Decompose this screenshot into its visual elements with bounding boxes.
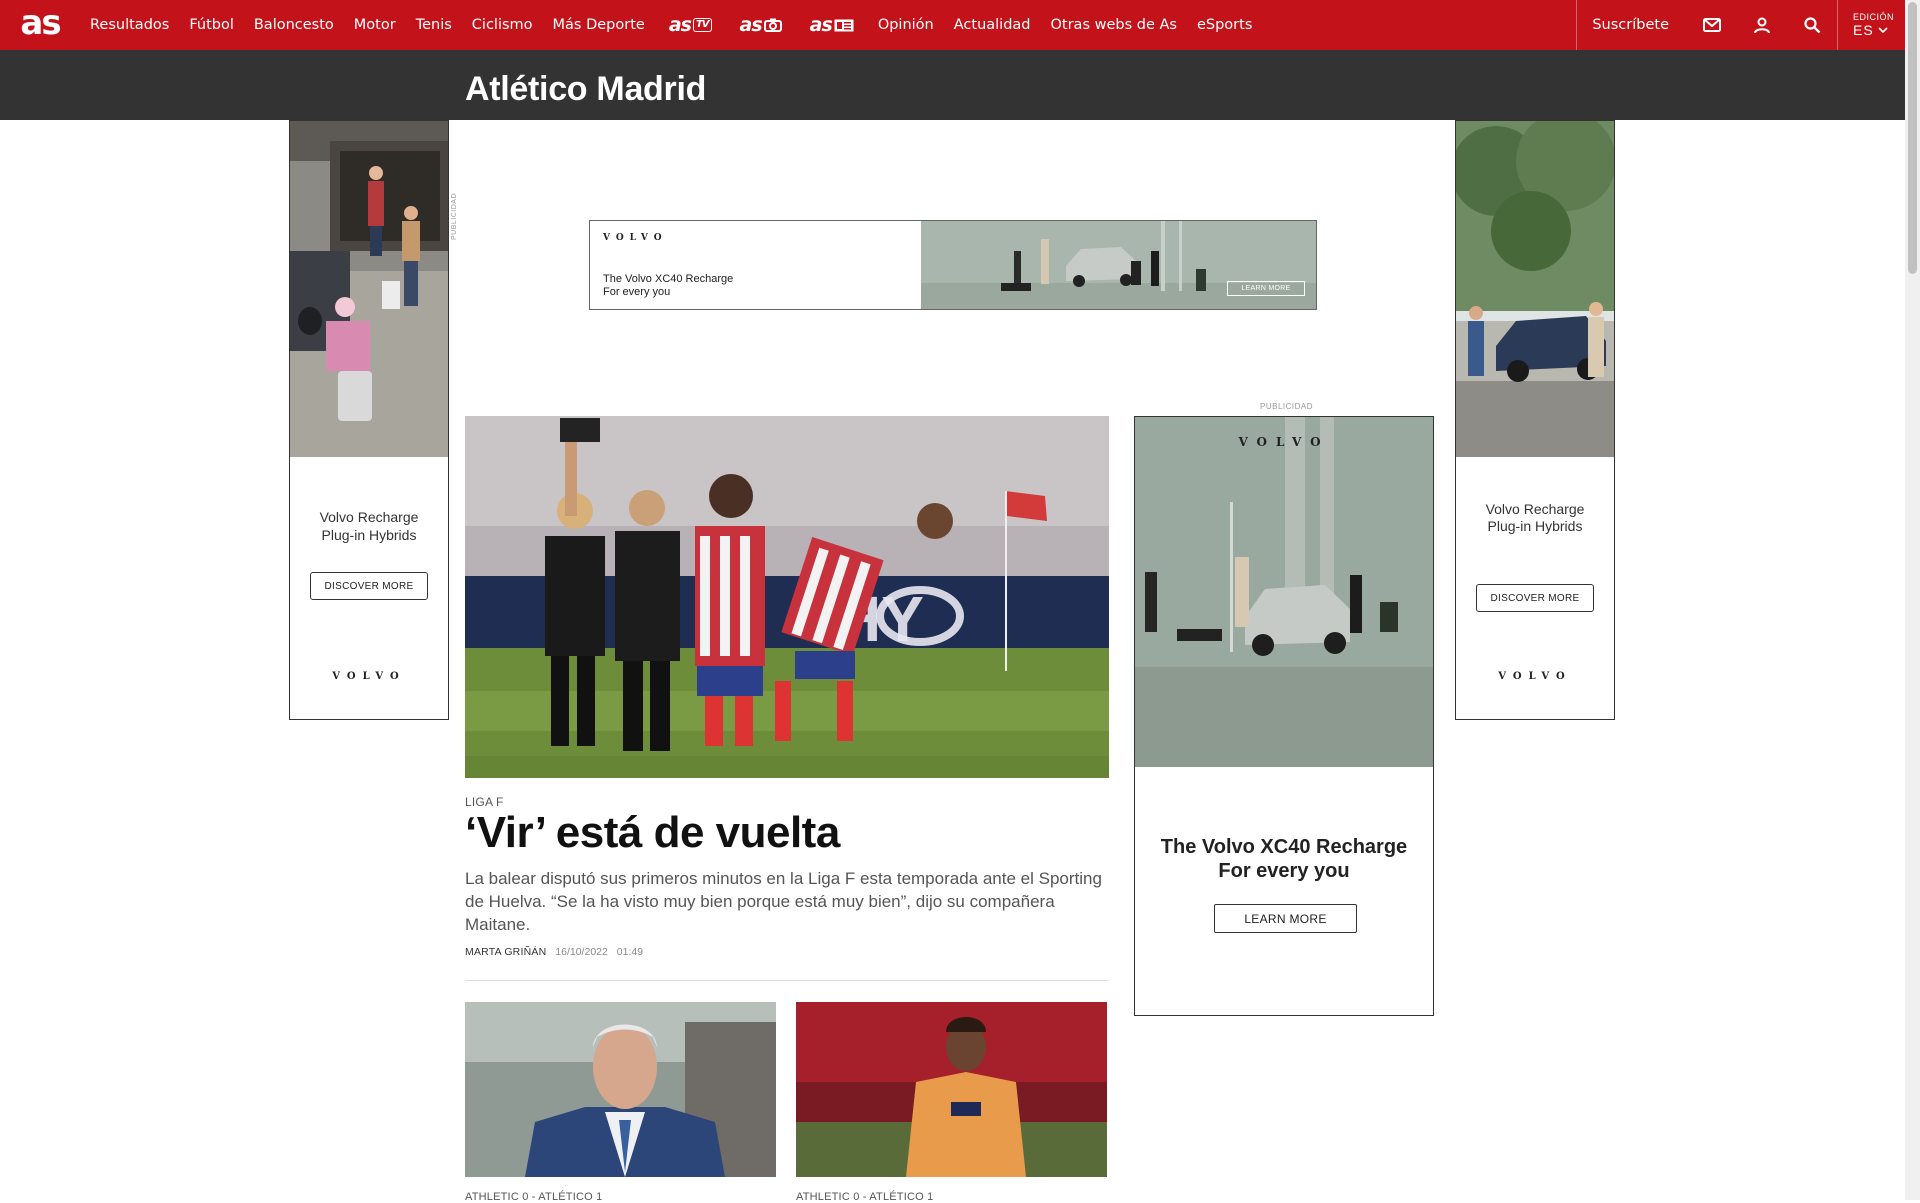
right-ad-photo bbox=[1456, 121, 1614, 457]
left-skyscraper-ad[interactable]: Volvo Recharge Plug-in Hybrids DISCOVER … bbox=[289, 120, 449, 720]
user-account-icon[interactable] bbox=[1737, 0, 1787, 50]
nav-item-resultados[interactable]: Resultados bbox=[80, 0, 179, 50]
publicidad-label: PUBLICIDAD bbox=[1260, 402, 1314, 411]
left-ad-line2: Plug-in Hybrids bbox=[321, 527, 417, 543]
section-header-bar: Atlético Madrid bbox=[0, 50, 1905, 120]
nav-item-esports[interactable]: eSports bbox=[1187, 0, 1262, 50]
leaderboard-learn-more-button[interactable]: LEARN MORE bbox=[1227, 281, 1305, 296]
rectangle-ad-line2: For every you bbox=[1218, 860, 1350, 882]
right-ad-line2: Plug-in Hybrids bbox=[1487, 518, 1583, 534]
main-article-image[interactable]: HY bbox=[465, 416, 1109, 778]
publicidad-label-vertical: PUBLICIDAD bbox=[451, 192, 458, 240]
rectangle-ad-learn-more-button[interactable]: LEARN MORE bbox=[1214, 904, 1357, 933]
edition-value-row: ES bbox=[1853, 22, 1905, 38]
nav-item-opinion[interactable]: Opinión bbox=[868, 0, 944, 50]
search-icon[interactable] bbox=[1787, 0, 1837, 50]
main-article-kicker[interactable]: LIGA F bbox=[465, 795, 504, 809]
nav-item-baloncesto[interactable]: Baloncesto bbox=[244, 0, 344, 50]
rectangle-ad[interactable]: VOLVO The Volvo XC40 Recharge For every … bbox=[1134, 416, 1434, 1016]
edition-selector[interactable]: EDICIÓN ES bbox=[1837, 0, 1905, 50]
nav-item-as-diario[interactable]: as bbox=[796, 0, 868, 50]
edition-value: ES bbox=[1853, 22, 1874, 38]
as-logo[interactable]: as bbox=[0, 0, 80, 50]
rectangle-ad-volvo-logo: VOLVO bbox=[1238, 435, 1330, 449]
rectangle-ad-title: The Volvo XC40 Recharge For every you bbox=[1135, 835, 1433, 883]
nav-item-actualidad[interactable]: Actualidad bbox=[944, 0, 1041, 50]
nav-right-group: Suscríbete EDICIÓN ES bbox=[1576, 0, 1905, 50]
left-ad-photo bbox=[290, 121, 448, 457]
nav-item-ciclismo[interactable]: Ciclismo bbox=[462, 0, 543, 50]
right-ad-volvo-logo: VOLVO bbox=[1498, 671, 1572, 682]
secondary-article-kicker-1[interactable]: ATHLETIC 0 - ATLÉTICO 1 bbox=[465, 1191, 602, 1203]
nav-item-futbol[interactable]: Fútbol bbox=[179, 0, 244, 50]
scrollbar-thumb[interactable] bbox=[1908, 2, 1917, 274]
main-menu: Resultados Fútbol Baloncesto Motor Tenis… bbox=[80, 0, 1262, 50]
left-ad-volvo-logo: VOLVO bbox=[332, 671, 406, 682]
right-ad-discover-button[interactable]: DISCOVER MORE bbox=[1476, 584, 1594, 612]
leaderboard-photo bbox=[921, 221, 1316, 309]
author-link[interactable]: MARTA GRIÑÁN bbox=[465, 946, 546, 958]
leaderboard-volvo-logo: VOLVO bbox=[603, 233, 668, 243]
leaderboard-line1: The Volvo XC40 Recharge bbox=[603, 273, 734, 285]
left-ad-line1: Volvo Recharge bbox=[319, 509, 419, 525]
nav-item-as-tv[interactable]: as TV bbox=[655, 0, 726, 50]
nav-item-otras-webs[interactable]: Otras webs de As bbox=[1041, 0, 1187, 50]
rectangle-ad-line1: The Volvo XC40 Recharge bbox=[1160, 836, 1408, 858]
leaderboard-ad[interactable]: VOLVO The Volvo XC40 Recharge For every … bbox=[589, 220, 1317, 310]
section-title[interactable]: Atlético Madrid bbox=[465, 70, 706, 109]
subscribe-link[interactable]: Suscríbete bbox=[1576, 0, 1687, 50]
edition-label: EDICIÓN bbox=[1853, 12, 1895, 22]
chevron-down-icon bbox=[1878, 26, 1888, 34]
newspaper-icon bbox=[834, 19, 854, 32]
nav-item-motor[interactable]: Motor bbox=[344, 0, 406, 50]
article-date: 16/10/2022 bbox=[555, 946, 608, 958]
right-ad-line1: Volvo Recharge bbox=[1485, 501, 1585, 517]
secondary-article-image-1[interactable] bbox=[465, 1002, 776, 1177]
secondary-article-image-2[interactable] bbox=[796, 1002, 1107, 1177]
top-navigation-bar: as Resultados Fútbol Baloncesto Motor Te… bbox=[0, 0, 1905, 50]
tv-badge: TV bbox=[692, 18, 712, 32]
rectangle-ad-photo bbox=[1135, 417, 1433, 767]
as-tv-logo-text: as bbox=[668, 14, 692, 36]
right-skyscraper-ad[interactable]: Volvo Recharge Plug-in Hybrids DISCOVER … bbox=[1455, 120, 1615, 720]
secondary-article-kicker-2[interactable]: ATHLETIC 0 - ATLÉTICO 1 bbox=[796, 1191, 933, 1203]
as-diario-logo-text: as bbox=[809, 14, 833, 36]
as-photo-logo-text: as bbox=[739, 14, 763, 36]
nav-item-as-photo[interactable]: as bbox=[726, 0, 796, 50]
newsletter-mail-icon[interactable] bbox=[1687, 0, 1737, 50]
main-article-summary: La balear disputó sus primeros minutos e… bbox=[465, 869, 1102, 934]
article-time: 01:49 bbox=[616, 946, 644, 958]
nav-item-mas-deporte[interactable]: Más Deporte bbox=[543, 0, 655, 50]
left-ad-discover-button[interactable]: DISCOVER MORE bbox=[310, 572, 428, 600]
main-article-byline: MARTA GRIÑÁN 16/10/2022 01:49 bbox=[465, 946, 643, 958]
camera-icon bbox=[763, 18, 782, 32]
nav-item-tenis[interactable]: Tenis bbox=[406, 0, 462, 50]
article-divider bbox=[465, 980, 1109, 981]
page-scrollbar[interactable] bbox=[1905, 0, 1920, 1200]
main-article-headline[interactable]: ‘Vir’ está de vuelta bbox=[465, 808, 840, 858]
leaderboard-text: The Volvo XC40 Recharge For every you bbox=[603, 273, 733, 299]
leaderboard-line2: For every you bbox=[603, 286, 671, 298]
